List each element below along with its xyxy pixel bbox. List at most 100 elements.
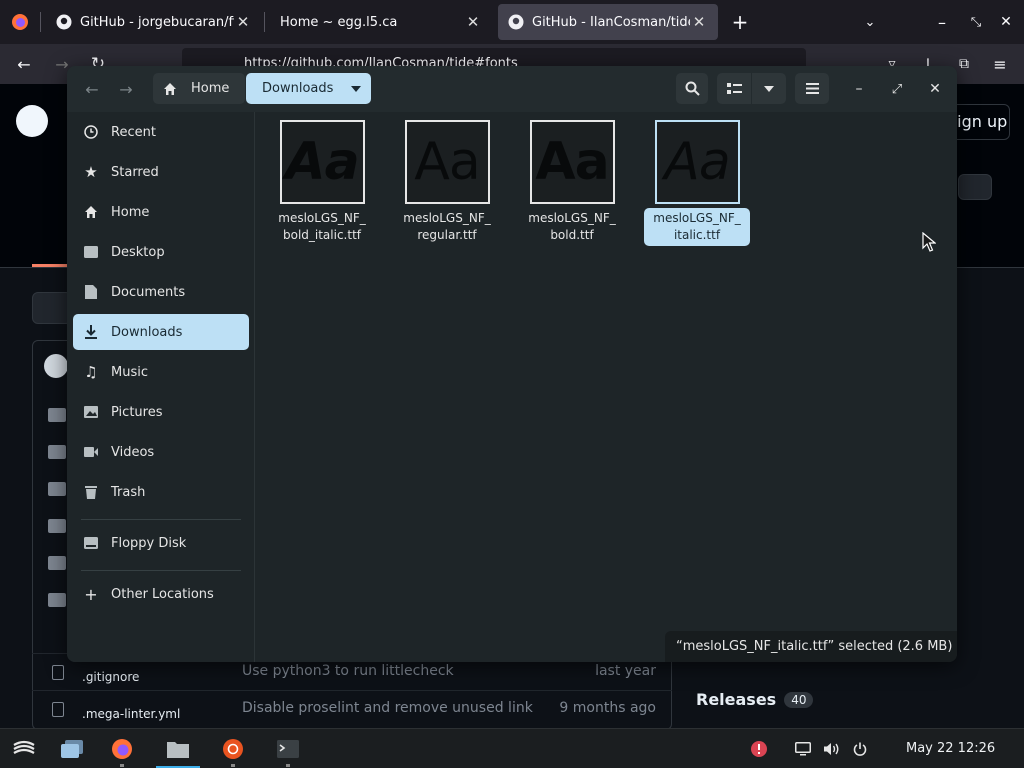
maximize-icon[interactable]: ⤢	[883, 74, 911, 104]
file-name[interactable]: .mega-linter.yml	[80, 704, 182, 725]
file-item-bold-italic[interactable]: Aa mesloLGS_NF_ bold_italic.ttf	[269, 120, 375, 246]
repo-dropdown[interactable]	[958, 174, 992, 200]
sidebar-item-label: Documents	[111, 284, 186, 300]
github-icon	[508, 14, 524, 30]
font-preview-thumbnail: Aa	[654, 120, 740, 204]
releases-heading[interactable]: Releases 40	[696, 690, 814, 709]
sidebar-item-label: Trash	[111, 484, 146, 500]
close-tab-icon[interactable]: ✕	[690, 13, 708, 31]
firefox-taskbar-icon[interactable]	[98, 729, 146, 768]
minimize-icon[interactable]: –	[845, 74, 873, 104]
sidebar-item-starred[interactable]: ★ Starred	[73, 154, 249, 190]
clock[interactable]: May 22 12:26	[906, 741, 995, 756]
sidebar-item-home[interactable]: Home	[73, 194, 249, 230]
avatar[interactable]	[44, 354, 68, 378]
chevron-down-icon[interactable]	[351, 86, 361, 92]
branch-button[interactable]	[32, 292, 72, 324]
terminal-taskbar-icon[interactable]	[264, 729, 312, 768]
tab-title: GitHub - jorgebucaran/fish	[80, 14, 234, 30]
back-icon[interactable]: ←	[79, 74, 105, 104]
font-preview-text: Aa	[414, 132, 480, 192]
folder-icon	[48, 556, 66, 570]
new-tab-icon[interactable]: +	[726, 8, 754, 36]
sidebar-item-label: Music	[111, 364, 148, 380]
workspaces-icon[interactable]	[48, 729, 96, 768]
files-taskbar-icon[interactable]	[154, 729, 202, 768]
sidebar-item-label: Desktop	[111, 244, 165, 260]
document-icon	[83, 284, 99, 300]
file-chooser-dialog: ← → Home Downloads – ⤢ ✕ Recent ★ Starre…	[67, 66, 957, 662]
folder-icon	[48, 445, 66, 459]
close-icon[interactable]: ✕	[921, 74, 949, 104]
selection-status: “mesloLGS_NF_italic.ttf” selected (2.6 M…	[665, 631, 957, 662]
file-name-line: bold.ttf	[550, 228, 594, 242]
volume-icon[interactable]	[822, 739, 842, 759]
sidebar-separator	[81, 570, 241, 571]
file-item-bold[interactable]: Aa mesloLGS_NF_ bold.ttf	[519, 120, 625, 246]
mouse-cursor-icon	[922, 232, 936, 252]
sidebar-item-label: Downloads	[111, 324, 183, 340]
sidebar-item-downloads[interactable]: Downloads	[73, 314, 249, 350]
file-item-italic[interactable]: Aa mesloLGS_NF_ italic.ttf	[644, 120, 750, 246]
running-indicator	[231, 764, 235, 767]
list-view-icon	[726, 82, 742, 94]
tab-separator	[264, 12, 265, 32]
breadcrumb-downloads[interactable]: Downloads	[246, 73, 371, 104]
breadcrumb-current-label: Downloads	[262, 81, 334, 96]
file-name[interactable]: .gitignore	[80, 667, 141, 688]
table-row[interactable]: .mega-linter.yml Disable proselint and r…	[32, 690, 672, 727]
sidebar-item-desktop[interactable]: Desktop	[73, 234, 249, 270]
download-icon	[83, 324, 99, 340]
chevron-down-icon	[764, 85, 774, 92]
power-icon[interactable]	[850, 739, 870, 759]
font-preview-text: Aa	[664, 132, 730, 192]
sidebar-item-documents[interactable]: Documents	[73, 274, 249, 310]
sidebar-item-trash[interactable]: Trash	[73, 474, 249, 510]
app-launcher-icon[interactable]	[0, 729, 48, 768]
close-window-icon[interactable]: ✕	[992, 8, 1020, 36]
github-logo-icon[interactable]	[16, 105, 48, 137]
search-button[interactable]	[676, 73, 708, 104]
file-name-line: mesloLGS_NF_	[278, 211, 366, 225]
menu-button[interactable]	[795, 73, 829, 104]
file-name-line: italic.ttf	[673, 228, 721, 242]
file-icon	[52, 665, 64, 680]
releases-label[interactable]: Releases	[696, 690, 776, 709]
tab-title: Home ~ egg.l5.ca	[280, 14, 398, 30]
disk-icon	[83, 535, 99, 551]
tab-tide[interactable]: GitHub - IlanCosman/tide ✕	[498, 4, 718, 40]
forward-icon[interactable]: →	[113, 74, 139, 104]
commit-message[interactable]: Use python3 to run littlecheck	[242, 663, 454, 679]
folder-icon	[48, 593, 66, 607]
firefox-icon[interactable]	[0, 0, 40, 44]
file-name: mesloLGS_NF_ regular.ttf	[394, 208, 500, 246]
commit-message[interactable]: Disable proselint and remove unused link	[242, 700, 533, 716]
back-icon[interactable]: ←	[10, 50, 38, 78]
sidebar-item-floppy-disk[interactable]: Floppy Disk	[73, 525, 249, 561]
view-options-button[interactable]	[752, 73, 786, 104]
commit-date: last year	[595, 663, 656, 679]
commit-date: 9 months ago	[559, 700, 656, 716]
tab-fish[interactable]: GitHub - jorgebucaran/fish ✕	[46, 4, 262, 40]
sidebar-item-label: Pictures	[111, 404, 163, 420]
maximize-window-icon[interactable]: ⤡	[962, 8, 990, 36]
breadcrumb-home[interactable]: Home	[153, 73, 245, 104]
sidebar-item-other-locations[interactable]: + Other Locations	[73, 576, 249, 612]
font-preview-thumbnail: Aa	[529, 120, 615, 204]
list-tabs-icon[interactable]: ⌄	[856, 8, 884, 36]
view-toggle-button[interactable]	[717, 73, 751, 104]
file-item-regular[interactable]: Aa mesloLGS_NF_ regular.ttf	[394, 120, 500, 246]
ubuntu-taskbar-icon[interactable]	[209, 729, 257, 768]
error-notification-icon[interactable]	[749, 739, 769, 759]
display-icon[interactable]	[793, 739, 813, 759]
sidebar-item-pictures[interactable]: Pictures	[73, 394, 249, 430]
close-tab-icon[interactable]: ✕	[234, 13, 252, 31]
sidebar-item-recent[interactable]: Recent	[73, 114, 249, 150]
menu-icon[interactable]: ≡	[986, 50, 1014, 78]
sidebar-item-music[interactable]: ♫ Music	[73, 354, 249, 390]
close-tab-icon[interactable]: ✕	[464, 13, 482, 31]
minimize-window-icon[interactable]: –	[928, 8, 956, 36]
code-tab-underline	[32, 264, 68, 267]
tab-egg[interactable]: Home ~ egg.l5.ca ✕	[270, 4, 492, 40]
sidebar-item-videos[interactable]: Videos	[73, 434, 249, 470]
